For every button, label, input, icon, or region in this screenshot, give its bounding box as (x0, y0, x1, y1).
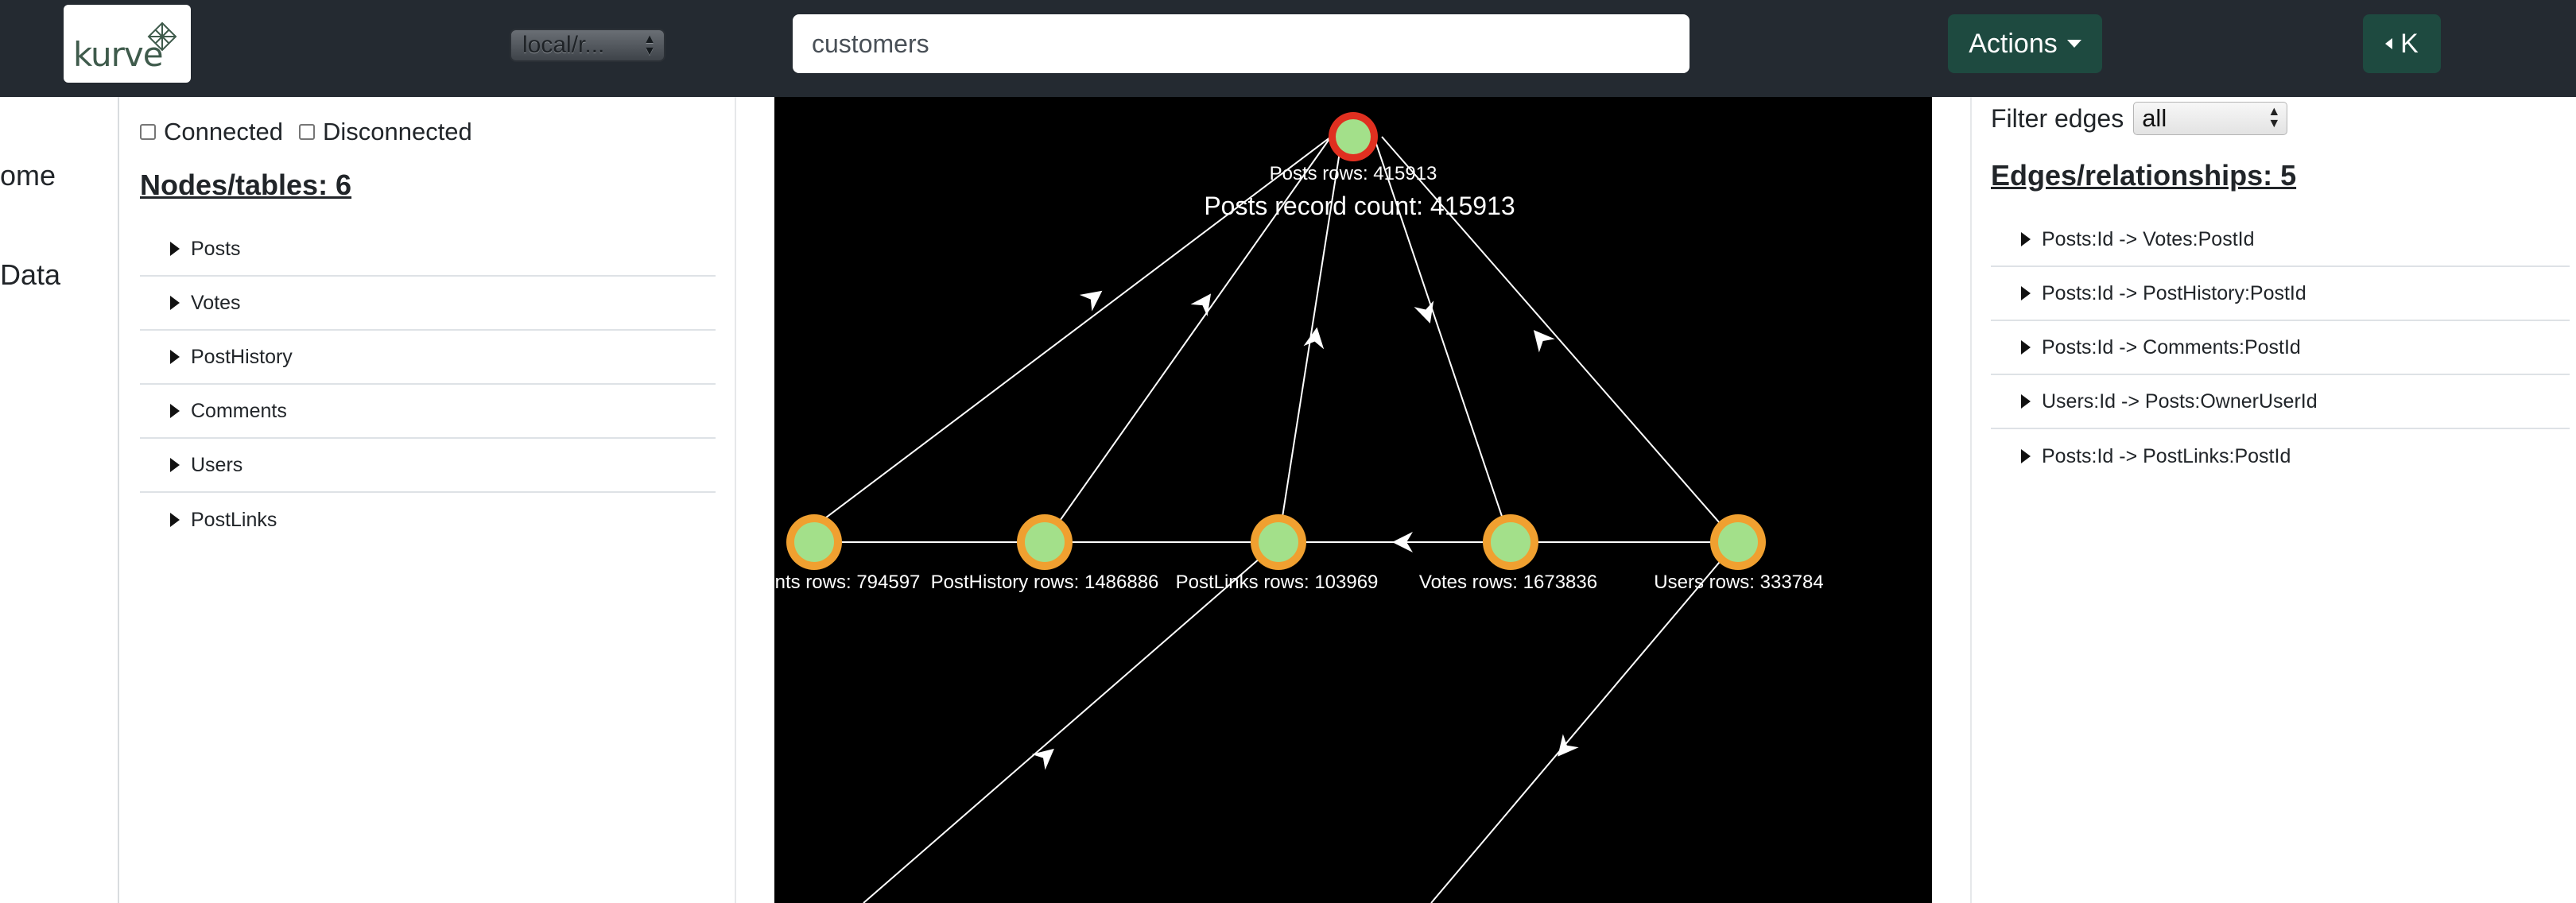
triangle-right-icon (170, 296, 180, 310)
graph-edge[interactable] (1430, 541, 1737, 903)
connected-checkbox[interactable] (140, 124, 156, 140)
disconnected-checkbox[interactable] (298, 124, 315, 140)
graph-node-postlinks[interactable] (1251, 514, 1306, 570)
graph-node-users[interactable] (1710, 514, 1766, 570)
nodes-title: Nodes/tables: 6 (140, 169, 352, 201)
graph-canvas[interactable]: Posts rows: 415913 Posts record count: 4… (774, 97, 1932, 903)
list-item-label: Votes (191, 291, 241, 314)
list-item-label: Posts:Id -> PostHistory:PostId (2042, 281, 2306, 304)
sidebar-item-label: ome (0, 159, 56, 192)
graph-node-votes[interactable] (1483, 514, 1538, 570)
collapse-panel-button[interactable]: K (2363, 14, 2441, 73)
triangle-right-icon (170, 458, 180, 472)
list-item[interactable]: Posts:Id -> PostLinks:PostId (1991, 429, 2570, 483)
triangle-right-icon (2021, 286, 2031, 300)
actions-dropdown-button[interactable]: Actions (1948, 14, 2102, 73)
edge-arrowheads (1031, 290, 1579, 770)
list-item[interactable]: Posts:Id -> Comments:PostId (1991, 321, 2570, 375)
node-label-users: Users rows: 333784 (1654, 572, 1823, 593)
graph-edge[interactable] (863, 541, 1279, 903)
panel-divider (735, 97, 736, 903)
list-item-label: PostLinks (191, 508, 277, 531)
graph-svg[interactable]: Posts rows: 415913 Posts record count: 4… (774, 97, 1932, 903)
list-item-label: Posts (191, 237, 241, 260)
list-item-label: Posts:Id -> Votes:PostId (2042, 227, 2255, 250)
collapse-label: K (2400, 28, 2419, 59)
list-item[interactable]: Users (140, 439, 716, 493)
kurve-logo[interactable]: kurve (64, 5, 191, 83)
node-label-posthistory: PostHistory rows: 1486886 (931, 572, 1159, 593)
filter-edges-label: Filter edges (1991, 103, 2124, 133)
caret-left-icon (2385, 38, 2393, 49)
connected-label: Connected (164, 118, 283, 145)
triangle-right-icon (170, 404, 180, 418)
triangle-right-icon (2021, 340, 2031, 355)
node-label-comments: Comments rows: 794597 (774, 572, 920, 593)
sidebar-item-data[interactable]: Data (0, 258, 60, 292)
record-count-label: Posts record count: 415913 (1204, 192, 1515, 220)
top-navbar: kurve local/r... ▲▼ Actions K (0, 0, 2576, 97)
sidebar-item-label: Data (0, 258, 61, 291)
node-label-posts: Posts rows: 415913 (1270, 163, 1437, 184)
triangle-right-icon (170, 350, 180, 364)
edges-panel: Filter edges all ▲ ▼ Edges/relationships:… (1972, 97, 2576, 903)
connection-filter: Connected Disconnected (140, 118, 488, 146)
select-arrows-icon: ▲ ▼ (643, 33, 656, 58)
list-item-label: Users:Id -> Posts:OwnerUserId (2042, 389, 2318, 413)
edges-title: Edges/relationships: 5 (1991, 159, 2297, 192)
list-item-label: Users (191, 453, 243, 476)
filter-edges-row: Filter edges all ▲ ▼ (1991, 102, 2288, 135)
sidebar-item-home[interactable]: ome (0, 159, 56, 192)
list-item[interactable]: PostHistory (140, 331, 716, 385)
actions-label: Actions (1969, 28, 2058, 59)
graph-node-posts[interactable] (1329, 112, 1378, 161)
triangle-right-icon (2021, 449, 2031, 463)
filter-edges-value: all (2142, 104, 2167, 132)
diamond-grid-icon (147, 21, 177, 52)
list-item[interactable]: Posts:Id -> Votes:PostId (1991, 213, 2570, 267)
triangle-right-icon (170, 242, 180, 256)
connection-select-value: local/r... (522, 32, 605, 58)
connection-select[interactable]: local/r... ▲ ▼ (510, 29, 665, 62)
search-input[interactable] (793, 14, 1690, 73)
triangle-right-icon (2021, 394, 2031, 409)
list-item[interactable]: Votes (140, 277, 716, 331)
list-item[interactable]: PostLinks (140, 493, 716, 547)
caret-down-icon (2066, 40, 2081, 48)
graph-node-comments[interactable] (786, 514, 842, 570)
list-item[interactable]: Comments (140, 385, 716, 439)
list-item[interactable]: Posts:Id -> PostHistory:PostId (1991, 267, 2570, 321)
list-item[interactable]: Users:Id -> Posts:OwnerUserId (1991, 375, 2570, 429)
select-arrows-icon: ▲ ▼ (2268, 105, 2281, 130)
node-label-votes: Votes rows: 1673836 (1419, 572, 1597, 593)
edges-list: Posts:Id -> Votes:PostId Posts:Id -> Pos… (1991, 213, 2570, 483)
list-item-label: PostHistory (191, 345, 293, 368)
triangle-right-icon (170, 513, 180, 527)
graph-node-posthistory[interactable] (1017, 514, 1073, 570)
list-item-label: Posts:Id -> Comments:PostId (2042, 335, 2301, 358)
list-item-label: Posts:Id -> PostLinks:PostId (2042, 444, 2291, 467)
list-item[interactable]: Posts (140, 223, 716, 277)
nodes-list: Posts Votes PostHistory Comments Users P… (140, 223, 716, 547)
triangle-right-icon (2021, 232, 2031, 246)
list-item-label: Comments (191, 399, 287, 422)
disconnected-label: Disconnected (322, 118, 472, 145)
nodes-panel: Connected Disconnected Nodes/tables: 6 P… (119, 97, 735, 903)
filter-edges-select[interactable]: all ▲ ▼ (2133, 102, 2288, 135)
node-label-postlinks: PostLinks rows: 103969 (1176, 572, 1379, 593)
